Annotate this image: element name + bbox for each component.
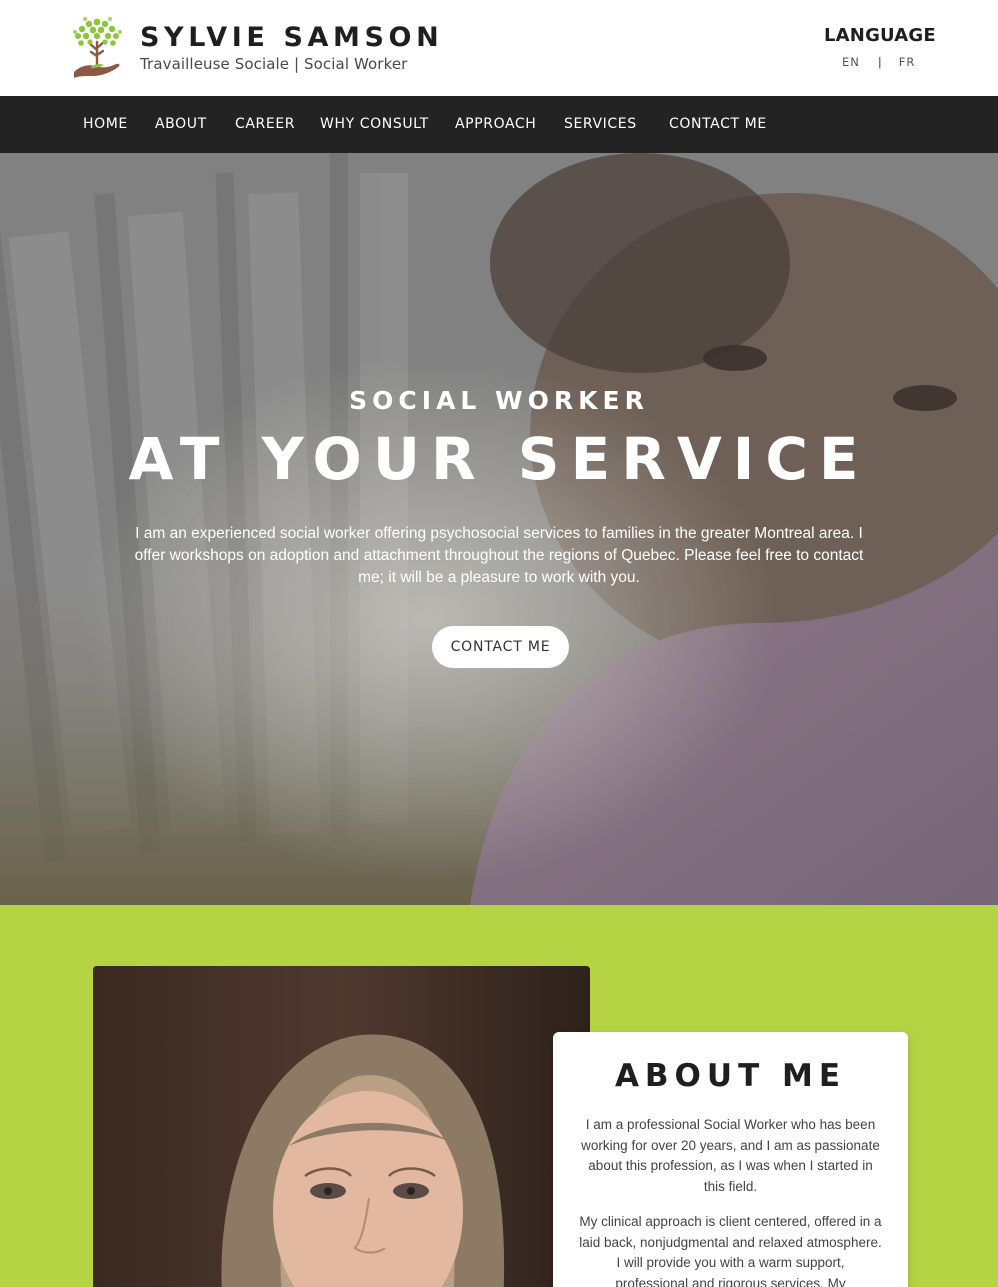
nav-item-career[interactable]: CAREER xyxy=(235,116,295,132)
nav-item-why-consult[interactable]: WHY CONSULT xyxy=(320,116,429,132)
brand-tagline: Travailleuse Sociale | Social Worker xyxy=(140,55,408,73)
nav-item-home[interactable]: HOME xyxy=(83,116,128,132)
contact-me-button[interactable]: CONTACT ME xyxy=(432,626,569,668)
language-option-fr[interactable]: FR xyxy=(899,55,916,69)
site-header: SYLVIE SAMSON Travailleuse Sociale | Soc… xyxy=(0,0,998,96)
portrait-illustration xyxy=(93,966,590,1287)
nav-item-services[interactable]: SERVICES xyxy=(564,116,637,132)
language-title: LANGUAGE xyxy=(824,25,936,46)
nav-item-approach[interactable]: APPROACH xyxy=(455,116,536,132)
about-section: ABOUT ME I am a professional Social Work… xyxy=(0,905,998,1287)
brand-name[interactable]: SYLVIE SAMSON xyxy=(140,22,443,53)
about-title: ABOUT ME xyxy=(614,1058,847,1094)
main-nav: HOME ABOUT CAREER WHY CONSULT APPROACH S… xyxy=(0,96,998,153)
tree-logo-icon[interactable] xyxy=(72,16,124,82)
hero-section: SOCIAL WORKER AT YOUR SERVICE I am an ex… xyxy=(0,153,998,905)
hero-title: AT YOUR SERVICE xyxy=(128,425,870,493)
nav-item-contact-me[interactable]: CONTACT ME xyxy=(669,116,767,132)
nav-item-about[interactable]: ABOUT xyxy=(155,116,207,132)
hero-kicker: SOCIAL WORKER xyxy=(349,386,649,415)
about-card: ABOUT ME I am a professional Social Work… xyxy=(553,1032,908,1287)
language-separator: | xyxy=(877,55,883,69)
language-switcher: EN | FR xyxy=(842,55,915,69)
about-paragraph-1: I am a professional Social Worker who ha… xyxy=(581,1117,880,1194)
about-paragraph-2: My clinical approach is client centered,… xyxy=(579,1214,882,1287)
portrait-photo xyxy=(93,966,590,1287)
language-option-en[interactable]: EN xyxy=(842,55,860,69)
hero-description: I am an experienced social worker offeri… xyxy=(134,525,864,586)
